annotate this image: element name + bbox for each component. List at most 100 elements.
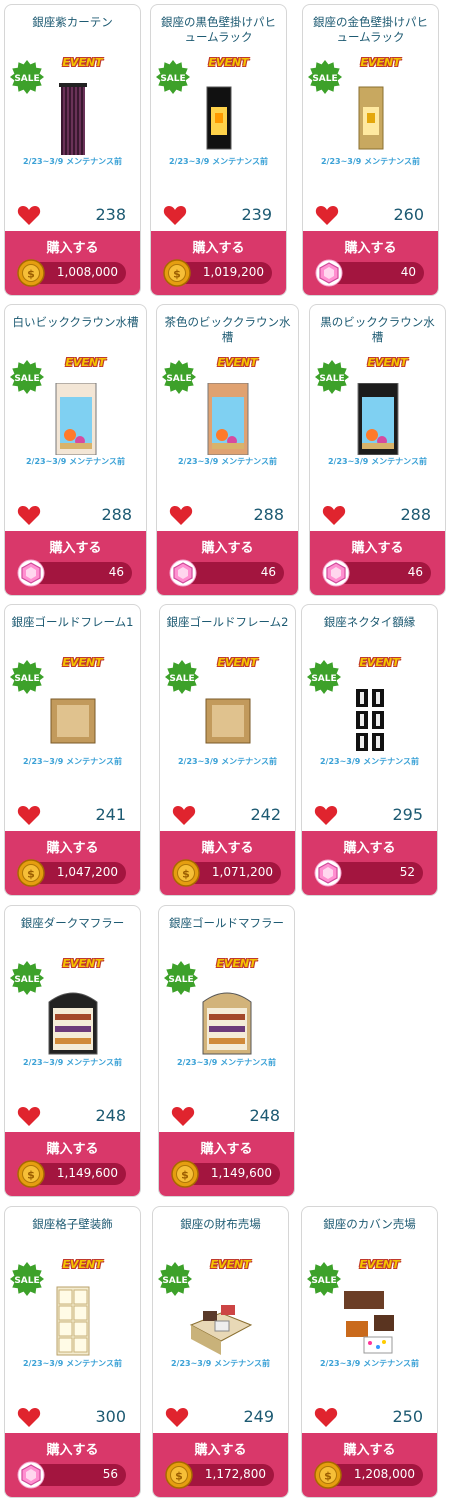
price-bar: 56 [17,1461,126,1489]
heart-icon[interactable] [315,204,339,226]
item-name: 銀座ゴールドマフラー [169,916,284,930]
item-card[interactable]: 銀座ゴールドマフラー EVENT SALE 2/23~3/9 メンテナンス前 2… [158,905,295,1197]
heart-icon[interactable] [17,1105,41,1127]
heart-icon[interactable] [172,804,196,826]
item-card[interactable]: 銀座の黒色壁掛けパヒュームラック EVENT SALE 2/23~3/9 メンテ… [150,4,287,296]
coin-icon: $ [163,259,191,287]
item-card[interactable]: 銀座ゴールドフレーム1 EVENT SALE 2/23~3/9 メンテナンス前 … [4,604,141,896]
buy-button[interactable]: 購入する $ 1,019,200 [151,231,286,295]
heart-icon[interactable] [171,1105,195,1127]
like-count: 241 [95,805,126,824]
heart-icon[interactable] [314,1406,338,1428]
item-card[interactable]: 銀座ダークマフラー EVENT SALE 2/23~3/9 メンテナンス前 24… [4,905,141,1197]
price-bar: 52 [314,859,423,887]
price-bar: 40 [315,259,424,287]
heart-icon[interactable] [169,504,193,526]
heart-icon[interactable] [17,804,41,826]
item-card[interactable]: 銀座ネクタイ額縁 EVENT SALE 2/23~3/9 メンテナンス前 295… [301,604,438,896]
necktie-frame-icon [334,683,406,759]
price-value: 1,047,200 [56,865,118,879]
item-card[interactable]: 黒のビッククラウン水槽 EVENT SALE 2/23~3/9 メンテナンス前 … [309,304,446,596]
svg-text:$: $ [27,868,35,881]
coin-icon: $ [314,1461,342,1489]
buy-button[interactable]: 購入する 46 [157,531,298,595]
gem-icon [315,259,343,287]
like-count: 288 [101,505,132,524]
buy-button[interactable]: 購入する 52 [302,831,437,895]
buy-button[interactable]: 購入する $ 1,047,200 [5,831,140,895]
item-card[interactable]: 白いビッククラウン水槽 EVENT SALE 2/23~3/9 メンテナンス前 … [4,304,147,596]
heart-icon[interactable] [17,204,41,226]
coin-icon: $ [165,1461,193,1489]
buy-button[interactable]: 購入する $ 1,149,600 [159,1132,294,1196]
sale-period: 2/23~3/9 メンテナンス前 [25,457,125,466]
wall-rack-black-icon [183,83,255,159]
item-card[interactable]: 茶色のビッククラウン水槽 EVENT SALE 2/23~3/9 メンテナンス前… [156,304,299,596]
wallet-counter-icon [185,1285,257,1361]
heart-icon[interactable] [17,504,41,526]
buy-label: 購入する [351,541,404,556]
price-bar: 46 [17,559,132,587]
item-card[interactable]: 銀座の財布売場 EVENT SALE 2/23~3/9 メンテナンス前 249 … [152,1206,289,1498]
buy-button[interactable]: 購入する $ 1,008,000 [5,231,140,295]
price-value: 1,172,800 [204,1467,266,1481]
buy-button[interactable]: 購入する $ 1,149,600 [5,1132,140,1196]
buy-label: 購入する [200,1142,253,1157]
price-bar: $ 1,008,000 [17,259,126,287]
svg-text:$: $ [27,1169,35,1182]
heart-icon[interactable] [17,1406,41,1428]
svg-text:$: $ [182,868,190,881]
gold-frame-icon [192,683,264,759]
price-bar: $ 1,172,800 [165,1461,274,1489]
price-value: 1,149,600 [56,1166,118,1180]
sale-period: 2/23~3/9 メンテナンス前 [177,757,277,766]
item-name: 銀座の財布売場 [180,1217,261,1231]
buy-button[interactable]: 購入する 46 [5,531,146,595]
item-card[interactable]: 銀座ゴールドフレーム2 EVENT SALE 2/23~3/9 メンテナンス前 … [159,604,296,896]
item-name: 銀座の黒色壁掛けパヒュームラック [161,15,276,44]
item-card[interactable]: 銀座のカバン売場 EVENT SALE 2/23~3/9 メンテナンス前 250… [301,1206,438,1498]
svg-text:$: $ [181,1169,189,1182]
item-name: 銀座ゴールドフレーム2 [166,615,289,629]
curtain-icon [37,83,109,159]
lattice-wall-icon [37,1285,109,1361]
buy-button[interactable]: 購入する $ 1,208,000 [302,1433,437,1497]
heart-icon[interactable] [163,204,187,226]
buy-button[interactable]: 購入する $ 1,172,800 [153,1433,288,1497]
item-card[interactable]: 銀座格子壁装飾 EVENT SALE 2/23~3/9 メンテナンス前 300 … [4,1206,141,1498]
sale-text: SALE [14,374,39,384]
price-bar: $ 1,047,200 [17,859,126,887]
wall-rack-gold-icon [335,83,407,159]
buy-button[interactable]: 購入する $ 1,071,200 [160,831,295,895]
svg-text:$: $ [173,268,181,281]
price-value: 1,008,000 [56,265,118,279]
price-value: 56 [102,1467,118,1481]
heart-icon[interactable] [322,504,346,526]
heart-icon[interactable] [314,804,338,826]
coin-icon: $ [17,259,45,287]
buy-label: 購入する [343,841,396,856]
item-card[interactable]: 銀座の金色壁掛けパヒュームラック EVENT SALE 2/23~3/9 メンテ… [302,4,439,296]
gem-icon [17,1461,45,1489]
item-name: 黒のビッククラウン水槽 [320,315,435,344]
price-bar: $ 1,019,200 [163,259,272,287]
buy-label: 購入する [192,241,245,256]
buy-button[interactable]: 購入する 40 [303,231,438,295]
price-value: 46 [407,565,423,579]
price-bar: $ 1,149,600 [17,1160,126,1188]
coin-icon: $ [172,859,200,887]
item-card[interactable]: 銀座紫カーテン EVENT SALE 2/23~3/9 メンテナンス前 238 … [4,4,141,296]
sale-period: 2/23~3/9 メンテナンス前 [22,157,122,166]
like-count: 248 [249,1106,280,1125]
sale-period: 2/23~3/9 メンテナンス前 [327,457,427,466]
buy-button[interactable]: 購入する 56 [5,1433,140,1497]
price-bar: $ 1,071,200 [172,859,281,887]
item-name: 茶色のビッククラウン水槽 [164,315,291,344]
svg-text:$: $ [324,1470,332,1483]
buy-label: 購入する [46,241,99,256]
aquarium-black-icon [342,382,414,459]
price-value: 40 [400,265,416,279]
like-count: 288 [253,505,284,524]
buy-button[interactable]: 購入する 46 [310,531,445,595]
heart-icon[interactable] [165,1406,189,1428]
